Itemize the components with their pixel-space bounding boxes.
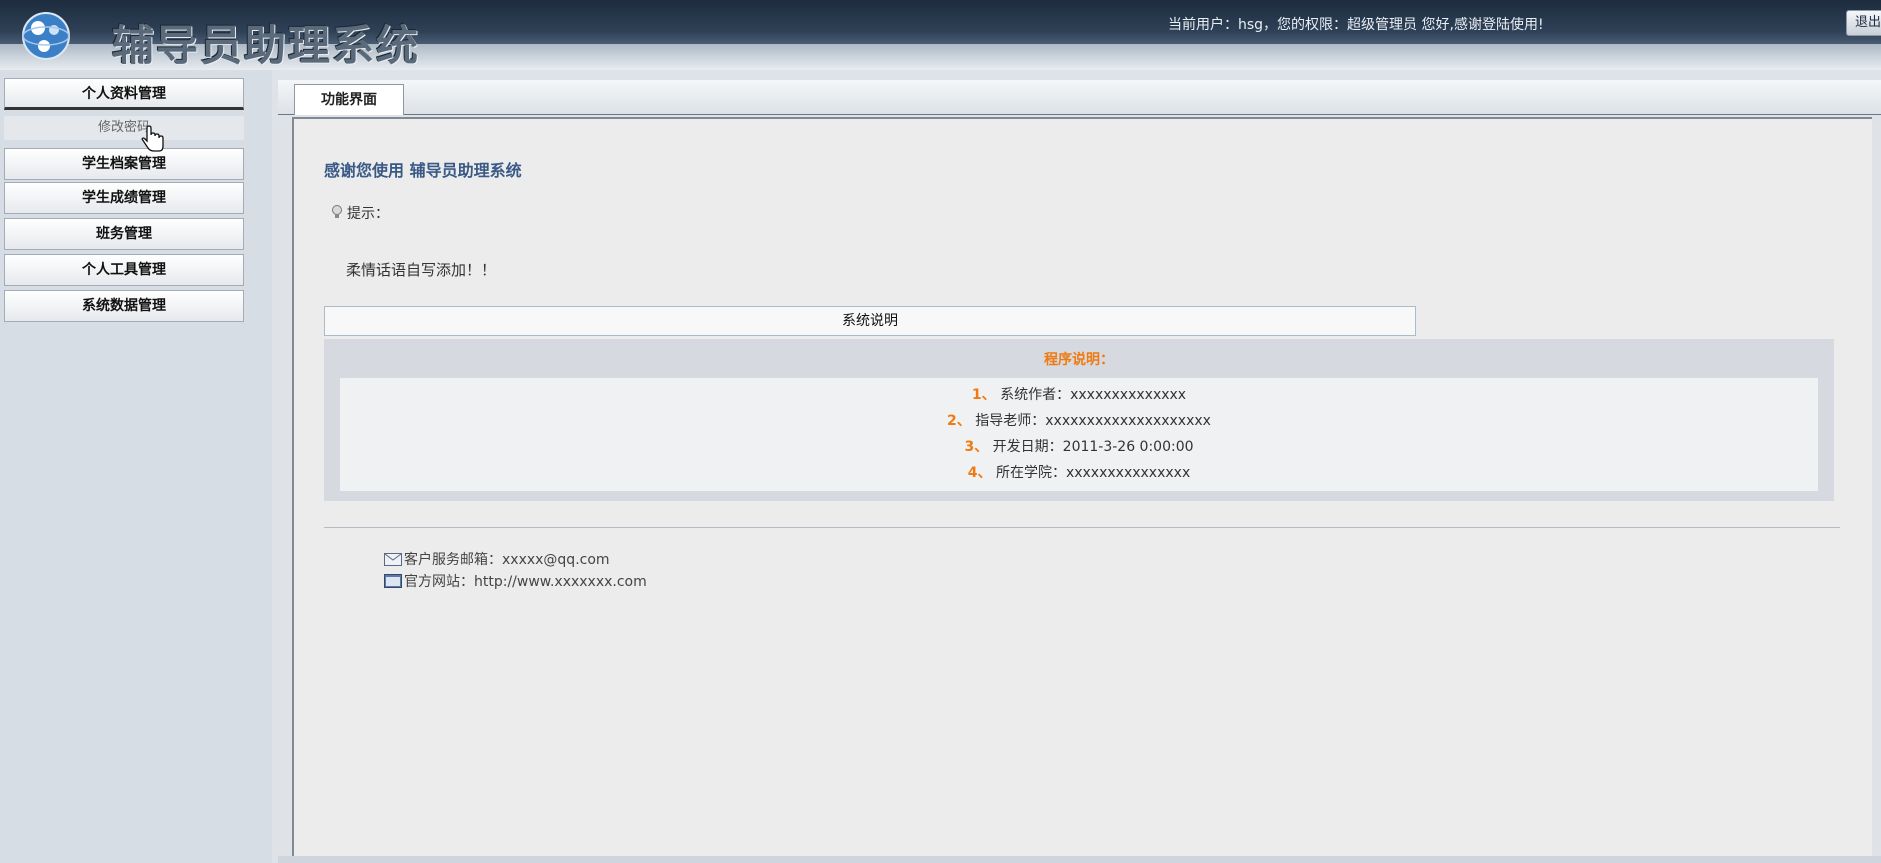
sidebar-item-profile[interactable]: 个人资料管理 (4, 78, 244, 110)
contact-email-row: 客户服务邮箱：xxxxx@qq.com (384, 549, 610, 569)
sidebar-item-system-data[interactable]: 系统数据管理 (4, 290, 244, 322)
logout-button[interactable]: 退出 (1846, 10, 1881, 36)
bottom-strip (278, 856, 1881, 863)
list-item-number: 3、 (964, 439, 989, 455)
contact-email[interactable]: 客户服务邮箱：xxxxx@qq.com (404, 552, 610, 568)
list-item: 3、 开发日期：2011-3-26 0:00:00 (340, 436, 1818, 456)
website-icon (384, 574, 402, 588)
contact-website-row: 官方网站：http://www.xxxxxxx.com (384, 571, 647, 591)
welcome-heading: 感谢您使用 辅导员助理系统 (324, 161, 522, 180)
program-info-list: 1、 系统作者：xxxxxxxxxxxxxx 2、 指导老师：xxxxxxxxx… (340, 378, 1818, 491)
list-item: 1、 系统作者：xxxxxxxxxxxxxx (340, 384, 1818, 404)
system-description-header: 系统说明 (324, 306, 1416, 336)
envelope-icon (384, 553, 402, 566)
tab-bar: 功能界面 (278, 80, 1881, 115)
sidebar-item-personal-tools[interactable]: 个人工具管理 (4, 254, 244, 286)
list-item-text: 指导老师：xxxxxxxxxxxxxxxxxxxx (975, 413, 1211, 429)
bulb-icon (332, 205, 342, 218)
user-info: 当前用户：hsg，您的权限：超级管理员 您好,感谢登陆使用! (1168, 17, 1544, 33)
list-item-text: 开发日期：2011-3-26 0:00:00 (992, 439, 1194, 455)
tab-function-view[interactable]: 功能界面 (294, 84, 404, 115)
program-info-box: 程序说明： 1、 系统作者：xxxxxxxxxxxxxx 2、 指导老师：xxx… (324, 339, 1834, 501)
globe-logo-icon (22, 12, 70, 60)
divider (324, 527, 1840, 528)
content-panel: 感谢您使用 辅导员助理系统 提示： 柔情话语自写添加！！ 系统说明 程序说明： … (292, 117, 1872, 857)
list-item-text: 所在学院：xxxxxxxxxxxxxxx (995, 465, 1191, 481)
tip-row: 提示： (330, 203, 389, 223)
program-info-title: 程序说明： (1044, 352, 1114, 368)
list-item-text: 系统作者：xxxxxxxxxxxxxx (1000, 387, 1187, 403)
sidebar-item-student-records[interactable]: 学生档案管理 (4, 148, 244, 180)
sidebar-subitem-change-password[interactable]: 修改密码 (4, 116, 244, 140)
sidebar: 个人资料管理 修改密码 学生档案管理 学生成绩管理 班务管理 个人工具管理 系统… (0, 70, 272, 863)
sidebar-item-class-affairs[interactable]: 班务管理 (4, 218, 244, 250)
hand-cursor-icon (141, 125, 164, 152)
tip-text: 柔情话语自写添加！！ (346, 261, 497, 279)
app-title: 辅导员助理系统 (112, 21, 421, 70)
list-item: 4、 所在学院：xxxxxxxxxxxxxxx (340, 462, 1818, 482)
tip-label: 提示： (347, 206, 389, 222)
list-item-number: 2、 (947, 413, 971, 429)
sidebar-item-student-grades[interactable]: 学生成绩管理 (4, 182, 244, 214)
list-item: 2、 指导老师：xxxxxxxxxxxxxxxxxxxx (340, 410, 1818, 430)
contact-website[interactable]: 官方网站：http://www.xxxxxxx.com (404, 574, 647, 590)
top-header: 辅导员助理系统 当前用户：hsg，您的权限：超级管理员 您好,感谢登陆使用! 退… (0, 0, 1881, 70)
list-item-number: 4、 (967, 465, 992, 481)
list-item-number: 1、 (971, 387, 996, 403)
